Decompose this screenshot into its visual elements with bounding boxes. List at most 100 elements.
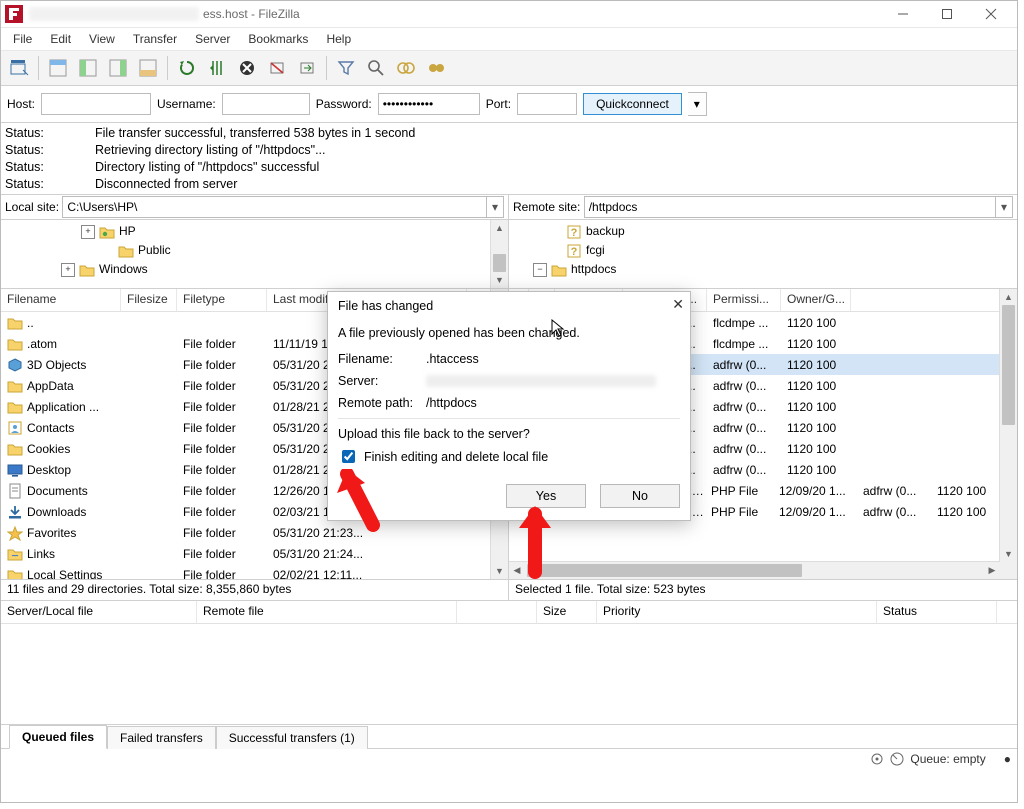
window-maximize-button[interactable] xyxy=(925,1,969,27)
remote-tree[interactable]: ?backup?fcgi−httpdocs xyxy=(509,220,1017,288)
local-status: 11 files and 29 directories. Total size:… xyxy=(1,580,509,600)
menu-file[interactable]: File xyxy=(5,30,40,48)
tree-node[interactable]: Public xyxy=(1,241,508,260)
menu-edit[interactable]: Edit xyxy=(42,30,79,48)
up-icon xyxy=(7,315,23,331)
local-tree-scrollbar[interactable]: ▲ ▼ xyxy=(490,220,508,288)
column-header[interactable]: Owner/G... xyxy=(781,289,851,311)
list-item[interactable]: Local SettingsFile folder02/02/21 12:11.… xyxy=(1,564,508,579)
dialog-title: File has changed xyxy=(328,292,690,320)
password-input[interactable] xyxy=(378,93,480,115)
tab-queued-files[interactable]: Queued files xyxy=(9,725,107,749)
host-input[interactable] xyxy=(41,93,151,115)
quickconnect-button[interactable]: Quickconnect xyxy=(583,93,682,115)
local-site-input[interactable] xyxy=(62,196,487,218)
queue-header: Server/Local fileRemote file SizePriority… xyxy=(1,601,1017,624)
compare-button[interactable] xyxy=(392,54,420,82)
menu-server[interactable]: Server xyxy=(187,30,238,48)
port-label: Port: xyxy=(486,97,511,111)
q-icon: ? xyxy=(566,224,582,240)
local-site-dropdown[interactable]: ▾ xyxy=(487,196,504,218)
tree-node[interactable]: +Windows xyxy=(1,260,508,279)
dialog-finish-editing-checkbox[interactable] xyxy=(342,450,355,463)
tab-failed-transfers[interactable]: Failed transfers xyxy=(107,726,216,749)
tree-node[interactable]: ?fcgi xyxy=(509,241,1017,260)
folder-icon xyxy=(7,336,23,352)
menu-bookmarks[interactable]: Bookmarks xyxy=(240,30,316,48)
remote-list-scrollbar[interactable]: ▲ ▼ xyxy=(999,289,1017,579)
column-header[interactable] xyxy=(457,601,537,623)
quickconnect-dropdown[interactable]: ▾ xyxy=(688,92,707,116)
toggle-log-button[interactable] xyxy=(44,54,72,82)
tree-expander[interactable]: + xyxy=(81,225,95,239)
menu-help[interactable]: Help xyxy=(318,30,359,48)
menu-transfer[interactable]: Transfer xyxy=(125,30,185,48)
username-input[interactable] xyxy=(222,93,310,115)
app-logo-icon xyxy=(5,5,23,23)
column-header[interactable]: Status xyxy=(877,601,997,623)
folder-icon xyxy=(7,441,23,457)
dialog-upload-question: Upload this file back to the server? xyxy=(338,427,680,441)
footer-statusbar: Queue: empty ● xyxy=(1,748,1017,769)
desktop-icon xyxy=(7,462,23,478)
list-item[interactable]: FavoritesFile folder05/31/20 21:23... xyxy=(1,522,508,543)
column-header[interactable]: Server/Local file xyxy=(1,601,197,623)
folder-icon xyxy=(7,378,23,394)
port-input[interactable] xyxy=(517,93,577,115)
menu-view[interactable]: View xyxy=(81,30,123,48)
remote-list-hscrollbar[interactable]: ◀▶ xyxy=(509,561,1000,579)
sync-browse-button[interactable] xyxy=(422,54,450,82)
queue-status: Queue: empty xyxy=(910,752,985,766)
search-button[interactable] xyxy=(362,54,390,82)
links-icon xyxy=(7,546,23,562)
queue-body xyxy=(1,624,1017,724)
remote-site-dropdown[interactable]: ▾ xyxy=(996,196,1013,218)
quickconnect-bar: Host: Username: Password: Port: Quickcon… xyxy=(1,86,1017,123)
tree-node[interactable]: +HP xyxy=(1,222,508,241)
annotation-arrow-checkbox xyxy=(337,469,387,535)
mouse-cursor-icon xyxy=(551,319,565,341)
log-row: Status:File transfer successful, transfe… xyxy=(5,125,1013,142)
remote-site-input[interactable] xyxy=(584,196,996,218)
svg-text:?: ? xyxy=(571,246,578,258)
column-header[interactable]: Filename xyxy=(1,289,121,311)
toggle-local-tree-button[interactable] xyxy=(74,54,102,82)
tree-expander[interactable]: − xyxy=(533,263,547,277)
window-minimize-button[interactable] xyxy=(881,1,925,27)
tree-node[interactable]: ?backup xyxy=(509,222,1017,241)
disconnect-button[interactable] xyxy=(263,54,291,82)
column-header[interactable]: Permissi... xyxy=(707,289,781,311)
dialog-yes-button[interactable]: Yes xyxy=(506,484,586,508)
dialog-server-label: Server: xyxy=(338,374,426,388)
local-tree[interactable]: +HPPublic+Windows ▲ ▼ xyxy=(1,220,509,288)
filter-button[interactable] xyxy=(332,54,360,82)
site-manager-button[interactable] xyxy=(5,54,33,82)
speedlimit-icon[interactable] xyxy=(890,752,904,766)
column-header[interactable]: Size xyxy=(537,601,597,623)
dialog-server-value-blur xyxy=(426,375,656,387)
reconnect-button[interactable] xyxy=(293,54,321,82)
tree-node[interactable]: −httpdocs xyxy=(509,260,1017,279)
tree-expander[interactable]: + xyxy=(61,263,75,277)
dialog-no-button[interactable]: No xyxy=(600,484,680,508)
dialog-close-button[interactable]: ✕ xyxy=(672,296,684,313)
column-header[interactable]: Remote file xyxy=(197,601,457,623)
column-header[interactable]: Filesize xyxy=(121,289,177,311)
cancel-button[interactable] xyxy=(233,54,261,82)
window-close-button[interactable] xyxy=(969,1,1013,27)
toggle-remote-tree-button[interactable] xyxy=(104,54,132,82)
toggle-queue-button[interactable] xyxy=(134,54,162,82)
refresh-button[interactable] xyxy=(173,54,201,82)
dialog-remotepath: /httpdocs xyxy=(426,396,477,410)
transfer-settings-icon[interactable] xyxy=(870,752,884,766)
password-label: Password: xyxy=(316,97,372,111)
docs-icon xyxy=(7,483,23,499)
list-item[interactable]: LinksFile folder05/31/20 21:24... xyxy=(1,543,508,564)
svg-text:?: ? xyxy=(571,227,578,239)
tab-successful-transfers[interactable]: Successful transfers (1) xyxy=(216,726,368,749)
folder-icon xyxy=(118,243,134,259)
process-queue-button[interactable] xyxy=(203,54,231,82)
column-header[interactable]: Priority xyxy=(597,601,877,623)
3d-icon xyxy=(7,357,23,373)
column-header[interactable]: Filetype xyxy=(177,289,267,311)
